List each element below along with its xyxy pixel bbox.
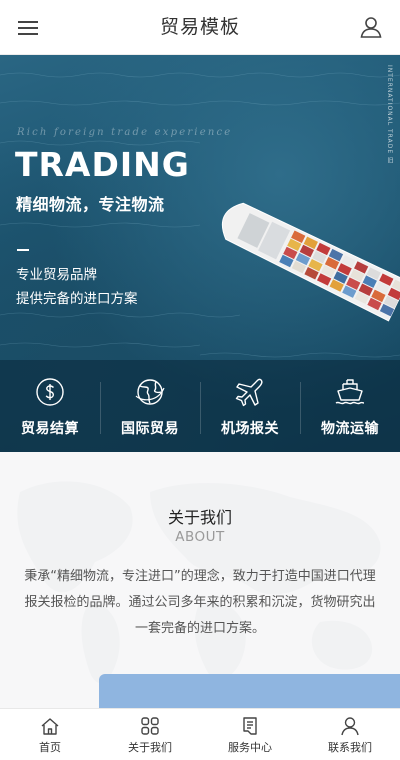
service-label: 机场报关 <box>221 421 279 437</box>
container-ship-illustration <box>221 202 400 322</box>
nav-label: 联系我们 <box>328 741 372 754</box>
service-label: 贸易结算 <box>21 421 79 437</box>
grid-icon <box>139 716 161 736</box>
globe-icon <box>134 376 166 408</box>
service-label: 物流运输 <box>321 421 379 437</box>
about-description: 秉承“精细物流，专注进口”的理念，致力于打造中国进口代理报关报检的品牌。通过公司… <box>24 569 376 636</box>
nav-contact[interactable]: 联系我们 <box>300 709 400 760</box>
document-icon <box>239 716 261 736</box>
nav-home[interactable]: 首页 <box>0 709 100 760</box>
contact-user-icon <box>339 716 361 736</box>
nav-label: 服务中心 <box>228 741 272 754</box>
service-strip: 贸易结算 国际贸易 机场报关 物流运输 <box>0 360 400 452</box>
nav-label: 首页 <box>39 741 61 754</box>
nav-service-center[interactable]: 服务中心 <box>200 709 300 760</box>
service-logistics[interactable]: 物流运输 <box>300 360 400 452</box>
dollar-coin-icon <box>34 376 66 408</box>
about-title: 关于我们 <box>167 508 232 527</box>
hero-slogan: 精细物流，专注物流 <box>16 195 165 214</box>
ship-icon <box>334 376 366 408</box>
hero-banner: INTERNATIONAL TRADE 旧 Rich foreign trade… <box>0 55 400 452</box>
service-airport-customs[interactable]: 机场报关 <box>200 360 300 452</box>
service-international-trade[interactable]: 国际贸易 <box>100 360 200 452</box>
nav-label: 关于我们 <box>128 741 172 754</box>
about-subtitle: ABOUT <box>175 529 225 545</box>
service-trade-settlement[interactable]: 贸易结算 <box>0 360 100 452</box>
bottom-nav: 首页 关于我们 服务中心 联系我们 <box>0 708 400 760</box>
home-icon <box>39 716 61 736</box>
about-image-card <box>99 674 400 708</box>
user-icon[interactable] <box>356 12 386 42</box>
airplane-icon <box>234 376 266 408</box>
about-section: 关于我们 ABOUT 秉承“精细物流，专注进口”的理念，致力于打造中国进口代理报… <box>0 452 400 708</box>
top-bar: 贸易模板 <box>0 0 400 55</box>
hero-line-1: 专业贸易品牌 <box>16 267 97 283</box>
hero-kicker: Rich foreign trade experience <box>17 127 233 138</box>
vertical-caption: INTERNATIONAL TRADE 旧 <box>386 65 393 165</box>
service-label: 国际贸易 <box>121 421 179 437</box>
hero-headline: TRADING <box>15 145 190 184</box>
page-title: 贸易模板 <box>159 16 240 38</box>
hero-line-2: 提供完备的进口方案 <box>16 291 138 307</box>
hero-divider <box>17 249 29 251</box>
nav-about[interactable]: 关于我们 <box>100 709 200 760</box>
